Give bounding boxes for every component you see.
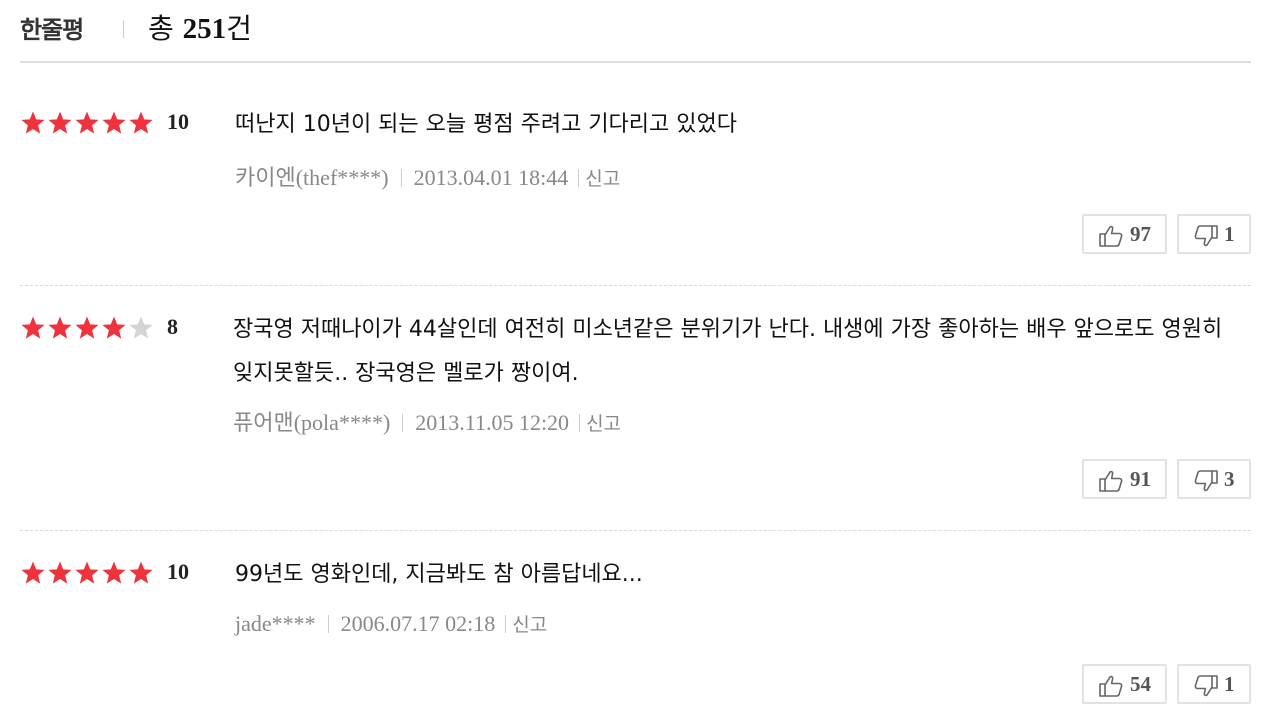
review-meta: 카이엔(thef****) 2013.04.01 18:44 신고 [235, 160, 620, 192]
meta-divider [327, 615, 329, 633]
star-filled-icon [20, 560, 46, 586]
report-link[interactable]: 신고 [585, 168, 620, 190]
rating-score: 8 [167, 314, 178, 339]
like-count: 91 [1130, 467, 1151, 491]
review-total: 총 251건 [148, 7, 252, 47]
review-comment: 떠난지 10년이 되는 오늘 평점 주려고 기다리고 있었다 [235, 103, 1235, 147]
star-filled-icon [20, 110, 46, 136]
meta-divider [402, 414, 404, 432]
review-comment: 99년도 영화인데, 지금봐도 참 아름답네요... [235, 553, 1235, 597]
dislike-button[interactable]: 3 [1177, 459, 1251, 499]
star-filled-icon [74, 560, 100, 586]
thumbs-up-icon [1098, 224, 1124, 248]
thumbs-up-icon [1098, 469, 1124, 493]
review-text: 장국영 저때나이가 44살인데 여전히 미소년같은 분위기가 난다. 내생에 가… [233, 317, 1223, 386]
review-meta: jade**** 2006.07.17 02:18 신고 [235, 610, 547, 637]
review-text: 99년도 영화인데, 지금봐도 참 아름답네요... [235, 562, 643, 587]
star-filled-icon [128, 560, 154, 586]
reviewer-name: 퓨어맨(pola****) [233, 410, 391, 436]
report-link[interactable]: 신고 [586, 413, 621, 435]
meta-divider [578, 169, 580, 187]
section-title: 한줄평 [20, 16, 84, 44]
review-header: 한줄평 총 251건 [20, 0, 1251, 63]
report-link[interactable]: 신고 [512, 614, 547, 636]
dislike-button[interactable]: 1 [1177, 214, 1251, 254]
star-filled-icon [47, 560, 73, 586]
review-text: 떠난지 10년이 되는 오늘 평점 주려고 기다리고 있었다 [235, 112, 737, 137]
review-comment: 장국영 저때나이가 44살인데 여전히 미소년같은 분위기가 난다. 내생에 가… [233, 308, 1243, 396]
star-filled-icon [47, 315, 73, 341]
review-item: 8 장국영 저때나이가 44살인데 여전히 미소년같은 분위기가 난다. 내생에… [20, 314, 1251, 531]
like-button[interactable]: 54 [1082, 664, 1167, 704]
dislike-count: 1 [1224, 672, 1235, 696]
star-filled-icon [101, 110, 127, 136]
total-prefix: 총 [148, 12, 174, 45]
review-date: 2013.04.01 18:44 [413, 165, 569, 190]
header-divider [123, 20, 124, 38]
review-meta: 퓨어맨(pola****) 2013.11.05 12:20 신고 [233, 405, 621, 437]
reviewer-name: jade**** [235, 611, 316, 636]
star-filled-icon [74, 315, 100, 341]
dislike-count: 3 [1224, 467, 1235, 491]
dislike-button[interactable]: 1 [1177, 664, 1251, 704]
thumbs-up-icon [1098, 674, 1124, 698]
review-date: 2006.07.17 02:18 [340, 611, 496, 636]
star-filled-icon [47, 110, 73, 136]
review-item: 10 떠난지 10년이 되는 오늘 평점 주려고 기다리고 있었다 카이엔(th… [20, 109, 1251, 286]
meta-divider [400, 169, 402, 187]
star-filled-icon [128, 110, 154, 136]
rating-score: 10 [167, 559, 189, 584]
dislike-count: 1 [1224, 222, 1235, 246]
total-count: 251 [182, 13, 227, 45]
total-suffix: 건 [226, 12, 252, 45]
thumbs-down-icon [1193, 224, 1219, 248]
meta-divider [505, 615, 507, 633]
like-button[interactable]: 97 [1082, 214, 1167, 254]
meta-divider [579, 414, 581, 432]
like-count: 97 [1130, 222, 1151, 246]
star-filled-icon [101, 315, 127, 341]
star-filled-icon [20, 315, 46, 341]
review-date: 2013.11.05 12:20 [415, 410, 570, 435]
reviewer-name: 카이엔(thef****) [235, 165, 389, 191]
like-count: 54 [1130, 672, 1151, 696]
rating-score: 10 [167, 109, 189, 134]
star-filled-icon [101, 560, 127, 586]
thumbs-down-icon [1193, 674, 1219, 698]
like-button[interactable]: 91 [1082, 459, 1167, 499]
thumbs-down-icon [1193, 469, 1219, 493]
star-empty-icon [128, 315, 154, 341]
review-item: 10 99년도 영화인데, 지금봐도 참 아름답네요... jade**** 20… [20, 559, 1251, 724]
star-filled-icon [74, 110, 100, 136]
